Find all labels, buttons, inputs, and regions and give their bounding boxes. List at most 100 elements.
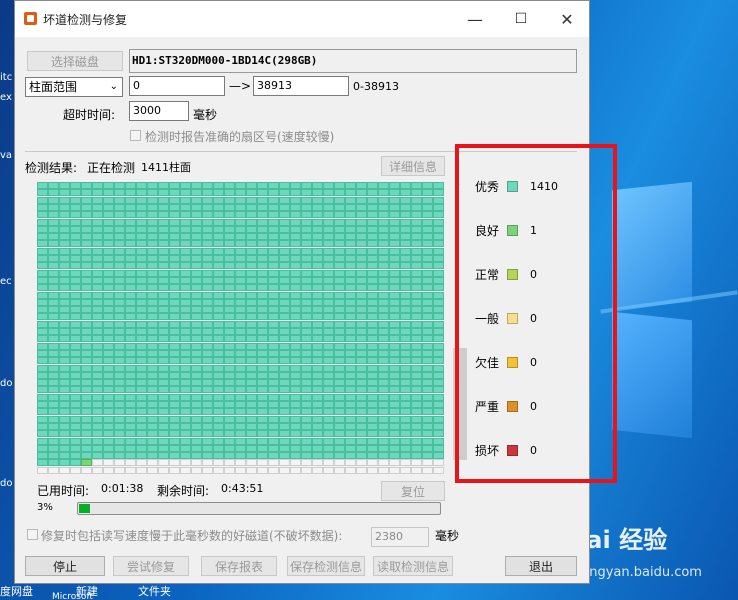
sector-cell bbox=[279, 328, 290, 335]
sector-cell bbox=[59, 306, 70, 314]
sector-cell bbox=[411, 393, 422, 401]
detail-info-button[interactable]: 详细信息 bbox=[381, 156, 445, 176]
sector-cell bbox=[202, 247, 213, 255]
sector-cell bbox=[235, 269, 246, 277]
repair-slow-checkbox[interactable] bbox=[27, 529, 38, 540]
sector-cell bbox=[125, 247, 136, 255]
sector-cell bbox=[147, 182, 158, 189]
sector-cell bbox=[125, 393, 136, 401]
sector-cell bbox=[290, 393, 301, 401]
sector-cell bbox=[158, 203, 169, 211]
sector-cell bbox=[92, 401, 103, 408]
sector-cell bbox=[411, 233, 422, 241]
desktop-icon-label[interactable]: 度网盘 bbox=[0, 583, 33, 599]
sector-cell bbox=[312, 298, 323, 306]
sector-cell bbox=[312, 437, 323, 445]
sector-cell bbox=[334, 430, 345, 438]
sector-cell bbox=[81, 386, 92, 394]
sector-cell bbox=[411, 269, 422, 277]
range-hint: 0-38913 bbox=[353, 80, 399, 93]
sector-cell bbox=[400, 203, 411, 211]
sector-cell bbox=[246, 408, 257, 416]
maximize-button[interactable]: ☐ bbox=[499, 5, 543, 33]
sector-cell bbox=[345, 371, 356, 379]
sector-cell bbox=[257, 430, 268, 438]
sector-cell bbox=[257, 357, 268, 365]
sector-cell bbox=[103, 415, 114, 423]
save-report-button[interactable]: 保存报表 bbox=[201, 556, 277, 576]
sector-cell bbox=[48, 276, 59, 284]
sector-cell bbox=[180, 320, 191, 328]
sector-cell bbox=[180, 262, 191, 270]
sector-cell bbox=[279, 379, 290, 387]
sector-cell bbox=[114, 408, 125, 416]
sector-cell bbox=[411, 357, 422, 365]
minimize-button[interactable]: — bbox=[453, 5, 497, 33]
repair-threshold-input[interactable]: 2380 bbox=[371, 527, 429, 547]
sector-cell bbox=[246, 306, 257, 314]
sector-cell bbox=[257, 211, 268, 219]
sector-cell bbox=[235, 408, 246, 416]
sector-cell bbox=[246, 401, 257, 408]
sector-cell bbox=[356, 196, 367, 204]
sector-cell bbox=[356, 298, 367, 306]
sector-cell bbox=[323, 203, 334, 211]
sector-cell bbox=[103, 452, 114, 460]
reset-button[interactable]: 复位 bbox=[381, 481, 445, 501]
sector-cell bbox=[136, 415, 147, 423]
sector-cell bbox=[279, 247, 290, 255]
sector-cell bbox=[246, 233, 257, 241]
sector-cell bbox=[59, 320, 70, 328]
sector-cell bbox=[169, 364, 180, 372]
close-button[interactable]: ✕ bbox=[545, 5, 589, 33]
exit-button[interactable]: 退出 bbox=[505, 556, 577, 576]
range-mode-select[interactable]: 柱面范围 ⌄ bbox=[25, 77, 123, 97]
sector-cell bbox=[367, 335, 378, 343]
report-sector-checkbox[interactable] bbox=[130, 130, 141, 141]
sector-cell bbox=[48, 393, 59, 401]
sector-cell bbox=[378, 430, 389, 438]
range-from-input[interactable]: 0 bbox=[129, 76, 225, 96]
sector-cell bbox=[103, 328, 114, 335]
windows-logo-pane bbox=[612, 311, 692, 439]
sector-cell bbox=[81, 196, 92, 204]
sector-cell bbox=[334, 393, 345, 401]
sector-cell bbox=[147, 430, 158, 438]
select-disk-button[interactable]: 选择磁盘 bbox=[27, 51, 123, 71]
save-detect-info-button[interactable]: 保存检测信息 bbox=[287, 556, 365, 576]
sector-cell bbox=[147, 459, 158, 467]
sector-cell bbox=[323, 437, 334, 445]
sector-cell bbox=[356, 225, 367, 233]
range-to-input[interactable]: 38913 bbox=[253, 76, 349, 96]
sector-cell bbox=[367, 276, 378, 284]
sector-cell bbox=[125, 218, 136, 226]
sector-cell bbox=[290, 328, 301, 335]
try-repair-button[interactable]: 尝试修复 bbox=[113, 556, 189, 576]
sector-cell bbox=[81, 233, 92, 241]
desktop-icon-label[interactable]: 文件夹 bbox=[138, 583, 171, 599]
sector-cell bbox=[422, 313, 433, 321]
sector-cell bbox=[323, 335, 334, 343]
sector-cell bbox=[103, 408, 114, 416]
sector-cell bbox=[400, 444, 411, 452]
sector-cell bbox=[411, 386, 422, 394]
sector-cell bbox=[378, 306, 389, 314]
sector-cell bbox=[37, 262, 48, 270]
read-detect-info-button[interactable]: 读取检测信息 bbox=[373, 556, 453, 576]
sector-cell bbox=[70, 313, 81, 321]
sector-cell bbox=[92, 444, 103, 452]
desktop-icon-label[interactable]: Microsoft bbox=[52, 592, 93, 600]
title-bar[interactable]: 坏道检测与修复 — ☐ ✕ bbox=[15, 1, 589, 37]
sector-cell bbox=[301, 306, 312, 314]
sector-cell bbox=[268, 276, 279, 284]
stop-button[interactable]: 停止 bbox=[25, 556, 105, 576]
sector-cell bbox=[246, 203, 257, 211]
sector-cell bbox=[224, 225, 235, 233]
sector-cell bbox=[334, 298, 345, 306]
sector-cell bbox=[433, 401, 444, 408]
result-label: 检测结果: bbox=[25, 161, 78, 175]
sector-grid bbox=[37, 182, 444, 475]
timeout-input[interactable]: 3000 bbox=[129, 101, 189, 121]
sector-cell bbox=[202, 357, 213, 365]
sector-cell bbox=[268, 422, 279, 430]
